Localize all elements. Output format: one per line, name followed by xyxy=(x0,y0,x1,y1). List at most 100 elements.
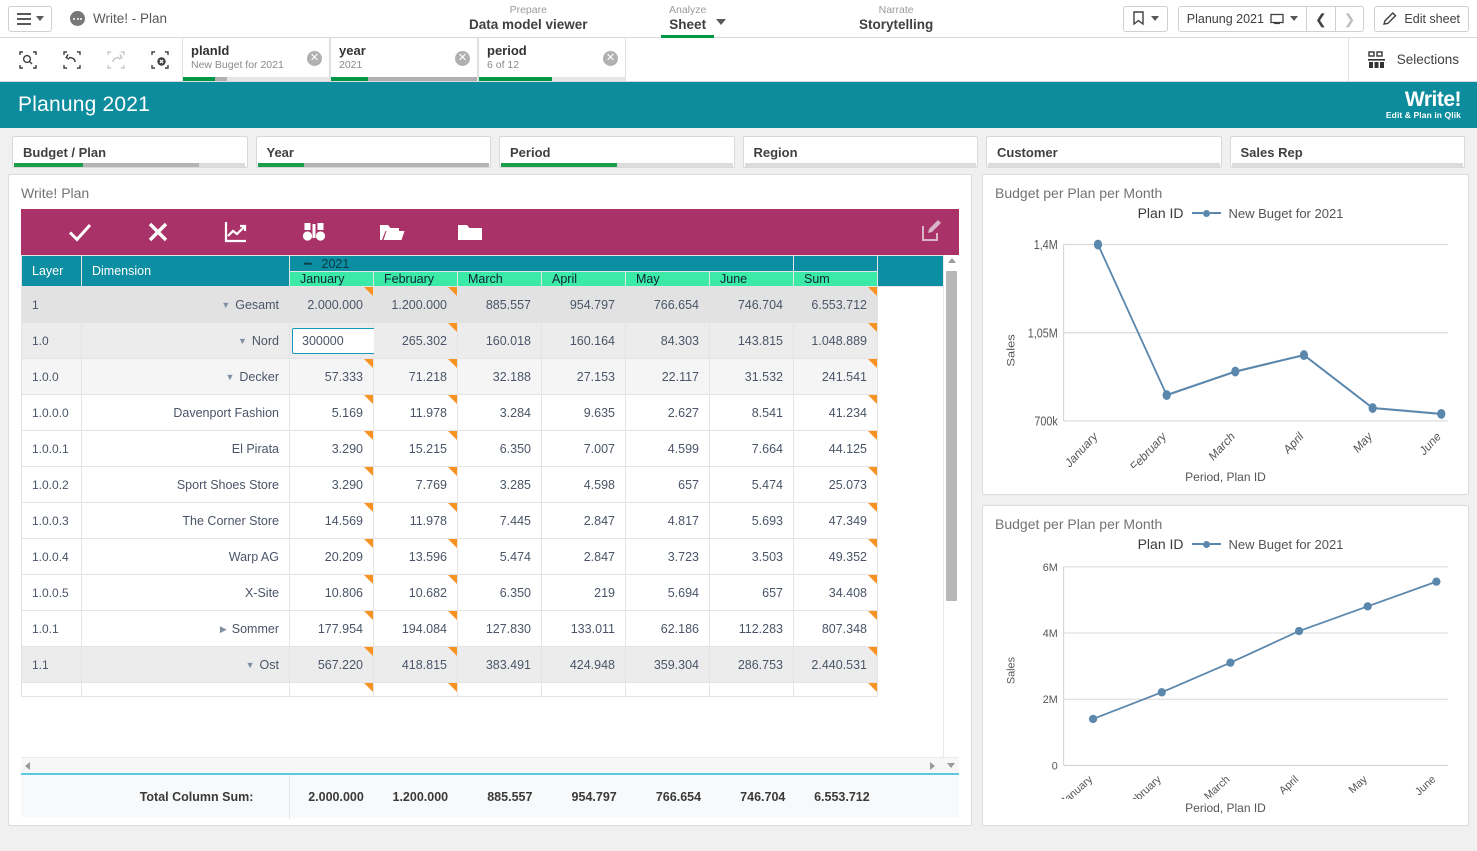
filter-customer[interactable]: Customer xyxy=(986,136,1222,168)
cell-dimension[interactable]: ▼ Gesamt xyxy=(81,286,290,323)
nav-item-sheet[interactable]: Analyze Sheet xyxy=(655,0,727,38)
cell-sum[interactable]: 2.440.531 xyxy=(793,646,878,683)
cell-month-value[interactable]: 5.474 xyxy=(457,538,542,575)
cell-month-value[interactable]: 567.220 xyxy=(289,646,374,683)
clear-all-selections-button[interactable] xyxy=(138,38,182,82)
cell-month-value[interactable]: 3.290 xyxy=(289,466,374,503)
chevron-down-icon[interactable] xyxy=(716,18,727,25)
vertical-scrollbar[interactable] xyxy=(943,255,959,757)
cell-month-value[interactable]: 657 xyxy=(709,574,794,611)
cell-month-value[interactable]: 6.350 xyxy=(457,574,542,611)
cell-month-value[interactable]: 57.333 xyxy=(289,358,374,395)
sheet-selector-button[interactable]: Planung 2021 xyxy=(1177,5,1307,32)
scroll-up-arrow-icon[interactable] xyxy=(948,258,956,263)
cell-month-value[interactable]: 1.200.000 xyxy=(373,286,458,323)
cell-sum[interactable]: 34.408 xyxy=(793,574,878,611)
table-row[interactable]: 1.0.0.1 El Pirata 3.290 15.215 6.350 7.007 4.5… xyxy=(21,430,943,467)
step-forward-button[interactable] xyxy=(94,38,138,82)
cell-sum[interactable]: 49.352 xyxy=(793,538,878,575)
cell-sum[interactable]: 241.541 xyxy=(793,358,878,395)
cell-sum[interactable]: 1.048.889 xyxy=(793,322,878,359)
cell-month-value[interactable]: 3.290 xyxy=(289,430,374,467)
cell-month-value[interactable]: 359.304 xyxy=(625,646,710,683)
cell-sum[interactable]: 6.553.712 xyxy=(793,286,878,323)
cell-month-value[interactable]: 418.815 xyxy=(373,646,458,683)
cell-month-value[interactable]: 265.302 xyxy=(373,322,458,359)
table-row[interactable]: 1.0.0 ▼ Decker 57.333 71.218 32.188 27.153 22.1… xyxy=(21,358,943,395)
header-month-april[interactable]: April xyxy=(541,271,626,287)
cell-month-value[interactable]: 194.084 xyxy=(373,610,458,647)
cell-month-value[interactable]: 22.117 xyxy=(625,358,710,395)
cell-month-value[interactable]: 2.847 xyxy=(541,538,626,575)
collapse-icon[interactable]: ━ xyxy=(304,257,312,271)
cell-month-value[interactable]: 27.153 xyxy=(541,358,626,395)
header-layer[interactable]: Layer xyxy=(21,255,82,287)
cell-sum[interactable]: 807.348 xyxy=(793,610,878,647)
cell-month-value[interactable]: 10.682 xyxy=(373,574,458,611)
nav-item-storytelling[interactable]: Narrate Storytelling xyxy=(845,0,947,38)
scroll-right-arrow-icon[interactable] xyxy=(930,761,935,770)
bookmarks-button[interactable] xyxy=(1122,5,1168,32)
chevron-right-icon[interactable]: ▶ xyxy=(220,624,227,635)
cell-dimension[interactable]: Sport Shoes Store xyxy=(81,466,290,503)
header-month-june[interactable]: June xyxy=(709,271,794,287)
cell-month-value[interactable]: 2.627 xyxy=(625,394,710,431)
step-back-button[interactable] xyxy=(50,38,94,82)
table-row[interactable]: 1.0.0.5 X-Site 10.806 10.682 6.350 219 5.694 65… xyxy=(21,574,943,611)
commit-button[interactable] xyxy=(41,221,119,243)
cell-month-value[interactable]: 6.350 xyxy=(457,430,542,467)
table-row[interactable]: 1.0.0.4 Warp AG 20.209 13.596 5.474 2.847 3.72… xyxy=(21,538,943,575)
cell-month-value[interactable]: 4.598 xyxy=(541,466,626,503)
selection-chip[interactable]: planId New Buget for 2021 ✕ xyxy=(182,38,330,81)
cell-month-value[interactable]: 5.474 xyxy=(709,466,794,503)
table-row[interactable]: 1.0.0.3 The Corner Store 14.569 11.978 7.445… xyxy=(21,502,943,539)
cell-dimension[interactable]: X-Site xyxy=(81,574,290,611)
header-month-may[interactable]: May xyxy=(625,271,710,287)
folder-button[interactable] xyxy=(431,222,509,242)
cell-month-value[interactable]: 71.218 xyxy=(373,358,458,395)
cell-month-value[interactable]: 4.817 xyxy=(625,502,710,539)
cell-month-value[interactable]: 7.769 xyxy=(373,466,458,503)
cell-month-value[interactable]: 9.635 xyxy=(541,394,626,431)
analysis-button[interactable] xyxy=(197,221,275,243)
cell-month-value[interactable]: 8.541 xyxy=(709,394,794,431)
cell-month-value[interactable]: 31.532 xyxy=(709,358,794,395)
cell-month-value[interactable]: 3.723 xyxy=(625,538,710,575)
cell-dimension[interactable]: The Corner Store xyxy=(81,502,290,539)
cell-month-value[interactable]: 746.704 xyxy=(709,286,794,323)
nav-narrate[interactable]: Narrate Storytelling xyxy=(845,0,947,38)
cancel-button[interactable] xyxy=(119,221,197,243)
nav-analyze[interactable]: Analyze Sheet xyxy=(655,0,727,38)
cell-month-value[interactable]: 4.599 xyxy=(625,430,710,467)
cell-month-value[interactable]: 5.693 xyxy=(709,502,794,539)
cell-month-value[interactable]: 32.188 xyxy=(457,358,542,395)
chevron-down-icon[interactable]: ▼ xyxy=(246,660,255,670)
cell-sum[interactable]: 44.125 xyxy=(793,430,878,467)
cell-month-value[interactable]: 160.018 xyxy=(457,322,542,359)
cell-dimension[interactable]: ▼ Decker xyxy=(81,358,290,395)
inspect-button[interactable] xyxy=(275,221,353,243)
main-menu-button[interactable] xyxy=(8,5,52,32)
selection-chip[interactable]: year 2021 ✕ xyxy=(330,38,478,81)
clear-selection-icon[interactable]: ✕ xyxy=(603,51,618,66)
header-year-2021[interactable]: ━ 2021 xyxy=(289,255,794,272)
cell-month-value[interactable]: 13.596 xyxy=(373,538,458,575)
open-folder-button[interactable] xyxy=(353,222,431,242)
header-month-march[interactable]: March xyxy=(457,271,542,287)
cell-month-value[interactable]: 160.164 xyxy=(541,322,626,359)
chart-plot-1[interactable]: 1,4M 1,05M 700k Sales January February M… xyxy=(995,221,1456,468)
cell-month-value[interactable]: 300000 xyxy=(289,322,376,359)
cell-month-value[interactable]: 84.303 xyxy=(625,322,710,359)
selection-chip[interactable]: period 6 of 12 ✕ xyxy=(478,38,626,81)
chevron-down-icon[interactable]: ▼ xyxy=(238,336,247,346)
nav-prepare[interactable]: Prepare Data model viewer xyxy=(455,0,602,38)
cell-month-value[interactable]: 885.557 xyxy=(457,286,542,323)
header-month-january[interactable]: January xyxy=(289,271,374,287)
filter-year[interactable]: Year xyxy=(255,136,491,168)
cell-month-value[interactable]: 11.978 xyxy=(373,394,458,431)
cell-dimension[interactable]: ▼ Nord xyxy=(81,322,290,359)
cell-month-value[interactable]: 657 xyxy=(625,466,710,503)
cell-month-value[interactable]: 7.445 xyxy=(457,502,542,539)
edit-table-button[interactable] xyxy=(922,220,943,244)
table-scroll-region[interactable]: Layer Dimension ━ 2021 January February … xyxy=(21,255,943,757)
